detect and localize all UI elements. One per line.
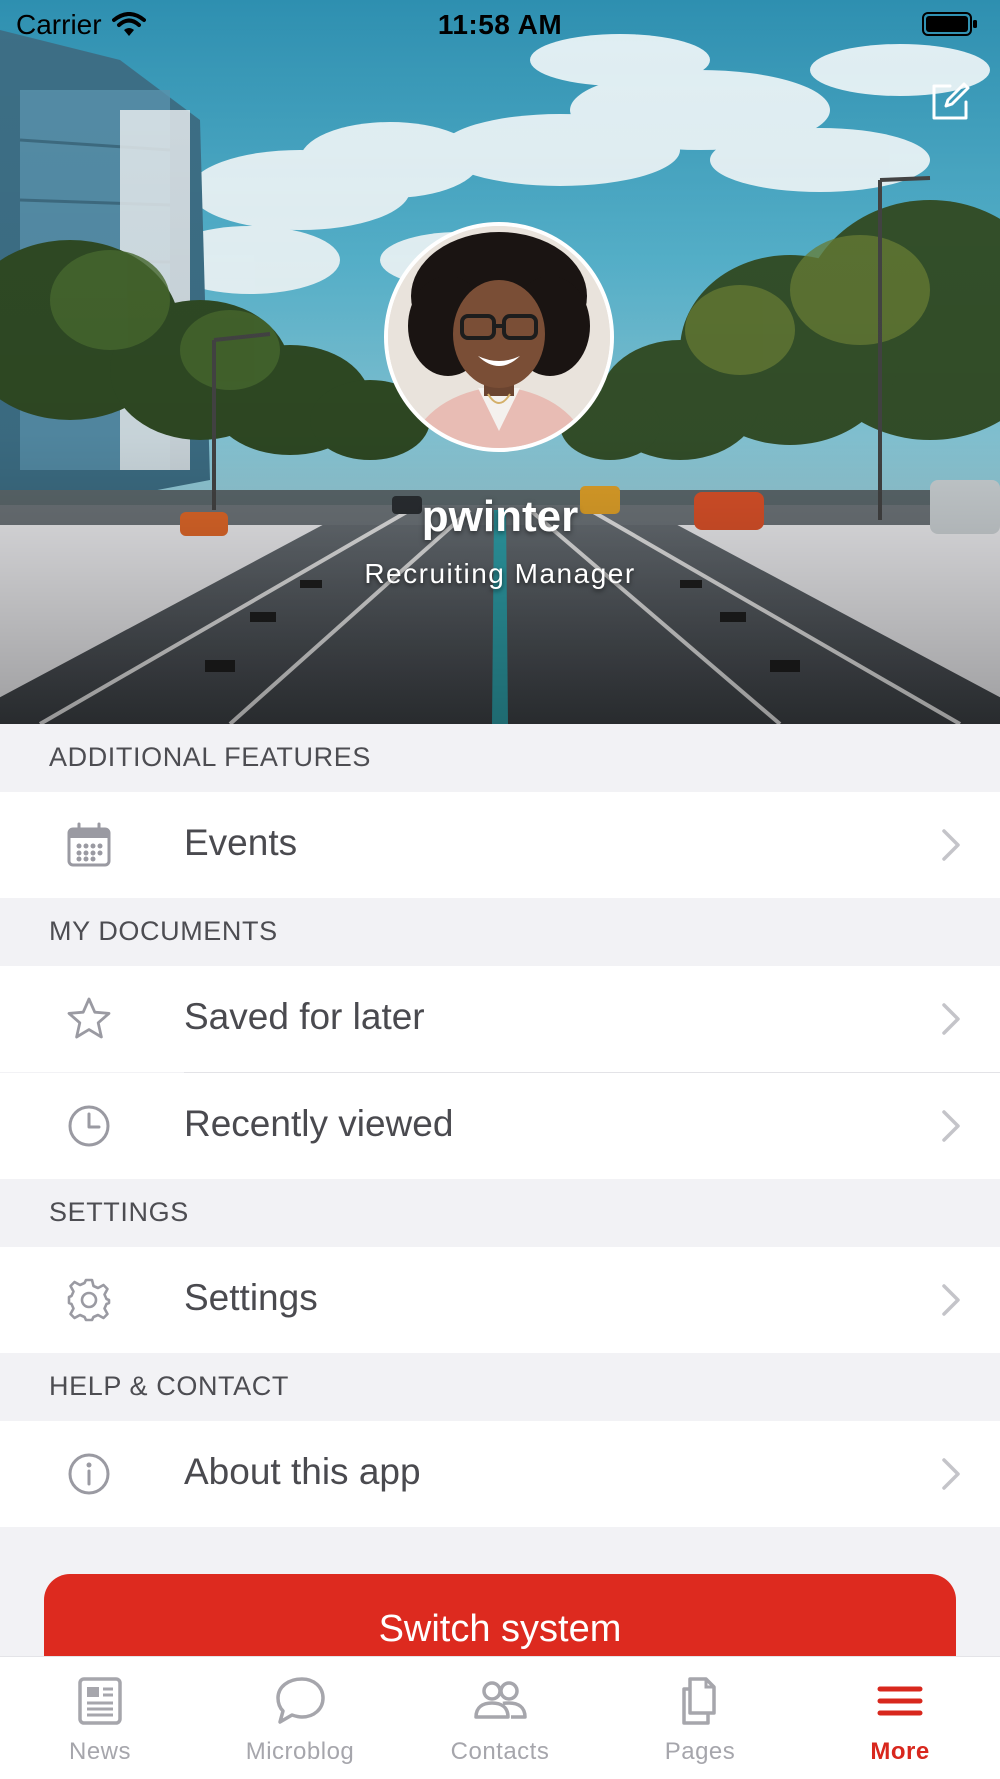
newspaper-icon <box>78 1677 122 1725</box>
profile-username: pwinter <box>421 492 579 541</box>
pages-icon <box>682 1677 716 1725</box>
star-icon <box>67 997 111 1039</box>
menu-item-recently-viewed[interactable]: Recently viewed <box>0 1073 1000 1179</box>
clock: 11:58 AM <box>437 9 563 40</box>
chevron-right-icon <box>942 1110 960 1142</box>
tab-more[interactable]: More <box>800 1657 1000 1779</box>
contacts-icon <box>474 1681 527 1719</box>
avatar-photo <box>388 226 610 448</box>
info-icon <box>68 1453 110 1495</box>
avatar[interactable] <box>384 222 614 452</box>
section-title: HELP & CONTACT <box>49 1371 289 1401</box>
section-header-my-documents: MY DOCUMENTS <box>0 898 1000 966</box>
tab-label: More <box>870 1738 930 1765</box>
battery-icon <box>922 12 977 36</box>
menu-item-label: Recently viewed <box>184 1103 454 1144</box>
chat-bubble-icon <box>276 1677 325 1724</box>
chevron-right-icon <box>942 1284 960 1316</box>
clock-icon <box>68 1105 110 1147</box>
tab-contacts[interactable]: Contacts <box>400 1657 600 1779</box>
profile-job-title: Recruiting Manager <box>364 558 636 589</box>
tab-label: Pages <box>664 1738 736 1765</box>
menu-item-label: Events <box>184 822 298 863</box>
section-title: MY DOCUMENTS <box>49 916 278 946</box>
tab-label: News <box>68 1738 131 1765</box>
chevron-right-icon <box>942 1003 960 1035</box>
edit-profile-button[interactable] <box>928 80 972 124</box>
menu-item-label: About this app <box>184 1451 421 1492</box>
tab-news[interactable]: News <box>0 1657 200 1779</box>
tab-label: Contacts <box>450 1738 550 1765</box>
menu-item-about-this-app[interactable]: About this app <box>0 1421 1000 1527</box>
profile-header: Carrier 11:58 AM pwinter Recruiting Mana… <box>0 0 1000 724</box>
chevron-right-icon <box>942 829 960 861</box>
menu-item-settings[interactable]: Settings <box>0 1247 1000 1353</box>
menu-item-events[interactable]: Events <box>0 792 1000 898</box>
section-title: SETTINGS <box>49 1197 189 1227</box>
section-header-settings: SETTINGS <box>0 1179 1000 1247</box>
edit-icon <box>932 82 970 120</box>
menu-item-label: Settings <box>184 1277 318 1318</box>
menu-item-label: Saved for later <box>184 996 425 1037</box>
section-header-additional-features: ADDITIONAL FEATURES <box>0 724 1000 792</box>
tab-label: Microblog <box>245 1738 355 1765</box>
chevron-right-icon <box>942 1458 960 1490</box>
tab-pages[interactable]: Pages <box>600 1657 800 1779</box>
gear-icon <box>67 1278 111 1322</box>
calendar-icon <box>67 822 111 867</box>
menu-icon <box>877 1686 923 1716</box>
status-bar: Carrier 11:58 AM <box>0 0 1000 52</box>
section-title: ADDITIONAL FEATURES <box>49 742 371 772</box>
section-header-help-contact: HELP & CONTACT <box>0 1353 1000 1421</box>
tab-microblog[interactable]: Microblog <box>200 1657 400 1779</box>
menu-item-saved-for-later[interactable]: Saved for later <box>0 966 1000 1072</box>
tab-bar: News Microblog Contacts Pages More <box>0 1656 1000 1779</box>
